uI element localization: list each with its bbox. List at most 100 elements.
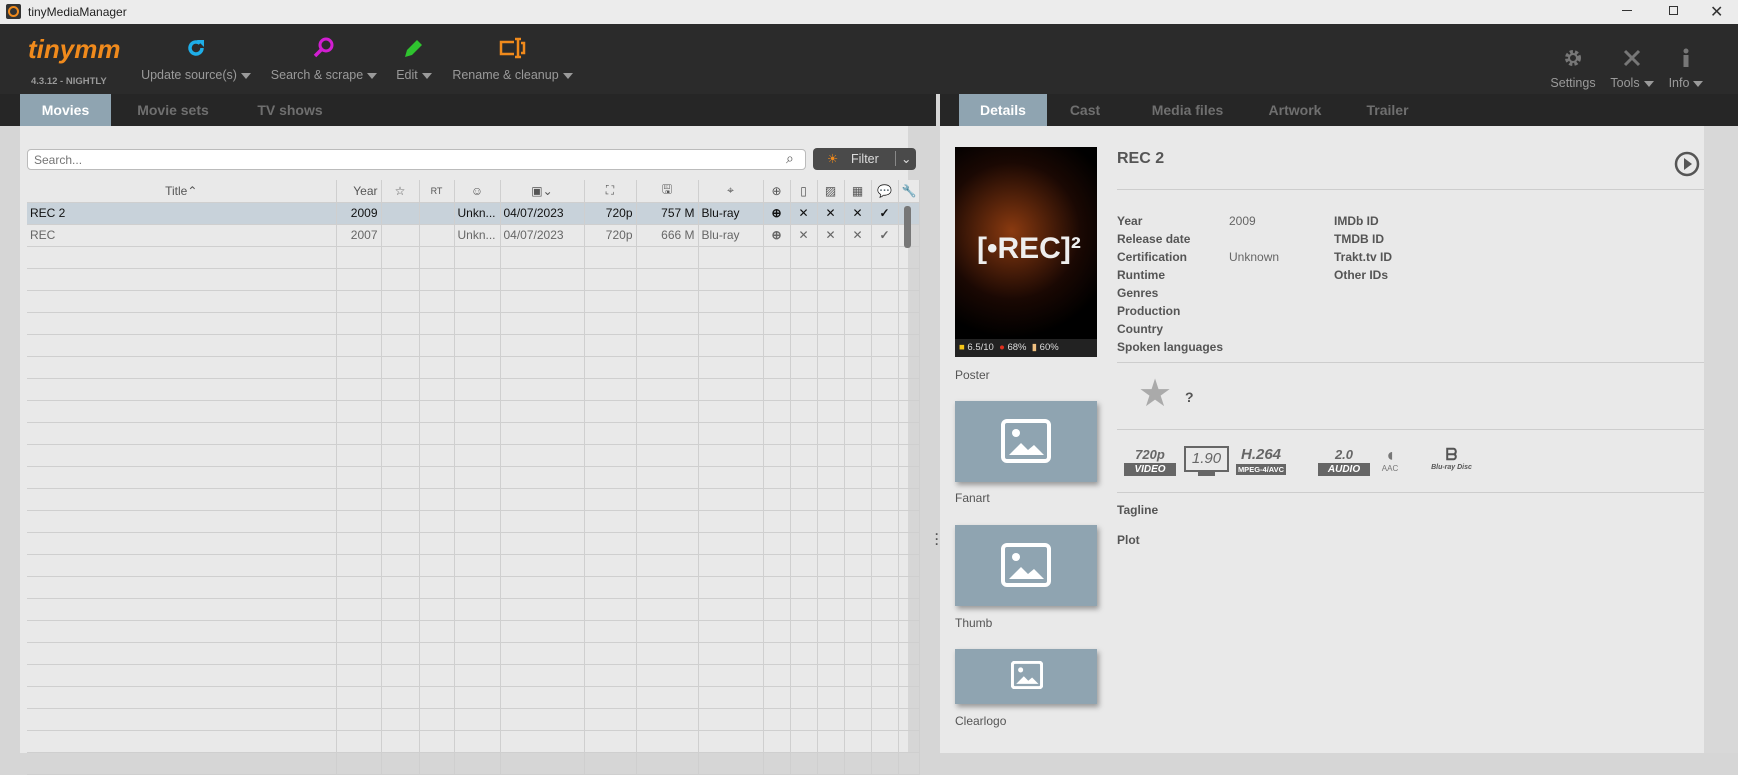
empty-cell: [817, 466, 845, 489]
empty-cell: [454, 488, 501, 511]
empty-cell: [584, 730, 637, 753]
empty-cell: [27, 466, 337, 489]
column-trailer[interactable]: ▦: [844, 180, 872, 203]
empty-row: [27, 554, 921, 577]
empty-cell: [381, 620, 420, 643]
column-size[interactable]: 🖫: [636, 180, 699, 203]
column-new[interactable]: ⊕: [763, 180, 791, 203]
empty-cell: [381, 246, 420, 269]
filter-dropdown-button[interactable]: ⌄: [895, 151, 911, 166]
image-icon: [1011, 661, 1043, 689]
empty-cell: [381, 730, 420, 753]
empty-cell: [381, 598, 420, 621]
tab-details[interactable]: Details: [959, 94, 1047, 134]
user-rating-star-icon[interactable]: ★: [1138, 374, 1172, 414]
empty-cell: [763, 510, 791, 533]
search-input[interactable]: [27, 149, 806, 170]
empty-cell: [844, 334, 872, 357]
column-source[interactable]: ⌖: [698, 180, 764, 203]
empty-cell: [790, 752, 818, 775]
filter-button[interactable]: ☀ Filter ⌄: [813, 148, 916, 170]
tab-artwork[interactable]: Artwork: [1245, 94, 1345, 126]
empty-cell: [817, 422, 845, 445]
table-scrollbar[interactable]: [904, 206, 911, 248]
empty-cell: [817, 334, 845, 357]
settings-button[interactable]: Settings: [1545, 48, 1601, 90]
poster-image[interactable]: [•REC]² ■ 6.5/10 ● 68% ▮ 60%: [955, 147, 1097, 357]
tools-button[interactable]: Tools: [1607, 48, 1657, 90]
search-scrape-button[interactable]: Search & scrape: [268, 36, 380, 82]
tab-movie-sets[interactable]: Movie sets: [118, 94, 228, 126]
rename-cleanup-button[interactable]: Rename & cleanup: [450, 36, 575, 82]
empty-cell: [871, 466, 899, 489]
empty-cell: [454, 290, 501, 313]
details-scrollbar-track[interactable]: [1704, 126, 1738, 753]
thumb-placeholder[interactable]: [955, 525, 1097, 606]
empty-cell: [763, 620, 791, 643]
empty-cell: [500, 620, 585, 643]
empty-cell: [871, 576, 899, 599]
fanart-placeholder[interactable]: [955, 401, 1097, 482]
column-certification[interactable]: ☺: [454, 180, 501, 203]
empty-cell: [763, 554, 791, 577]
image-icon: [1001, 419, 1051, 463]
empty-cell: [763, 642, 791, 665]
empty-cell: [500, 708, 585, 731]
play-icon[interactable]: [1674, 151, 1700, 177]
rt-rating: 68%: [1007, 342, 1027, 353]
column-year[interactable]: Year: [336, 180, 382, 203]
empty-cell: [636, 268, 699, 291]
empty-cell: [898, 466, 921, 489]
tab-cast[interactable]: Cast: [1060, 94, 1110, 126]
empty-cell: [381, 312, 420, 335]
tab-movies[interactable]: Movies: [20, 94, 111, 134]
tab-trailer[interactable]: Trailer: [1345, 94, 1430, 126]
empty-cell: [27, 510, 337, 533]
empty-cell: [336, 664, 382, 687]
empty-cell: [419, 400, 455, 423]
empty-cell: [871, 708, 899, 731]
empty-cell: [381, 356, 420, 379]
column-date-added[interactable]: ▣⌄: [500, 180, 585, 203]
column-artwork[interactable]: ▨: [817, 180, 845, 203]
column-resolution[interactable]: ⛶: [584, 180, 637, 203]
empty-cell: [871, 290, 899, 313]
empty-cell: [790, 510, 818, 533]
column-rating[interactable]: ☆: [381, 180, 420, 203]
label-release-date: Release date: [1117, 232, 1191, 246]
info-button[interactable]: Info: [1666, 48, 1706, 90]
splitter-handle[interactable]: · · ·: [935, 528, 939, 550]
edit-button[interactable]: Edit: [384, 36, 444, 82]
table-row[interactable]: REC 2 2009 Unkn... 04/07/2023 720p 757 M Blu-r…: [27, 202, 921, 225]
update-sources-button[interactable]: Update source(s): [140, 36, 252, 82]
splitter[interactable]: [936, 94, 940, 126]
column-nfo[interactable]: ▯: [790, 180, 818, 203]
empty-cell: [27, 488, 337, 511]
empty-cell: [698, 290, 764, 313]
channels-text: 2.0: [1334, 447, 1354, 462]
empty-row: [27, 598, 921, 621]
empty-cell: [27, 356, 337, 379]
empty-cell: [898, 642, 921, 665]
table-row[interactable]: REC 2007 Unkn... 04/07/2023 720p 666 M Blu-ray…: [27, 224, 921, 247]
column-title[interactable]: Title⌃: [27, 180, 337, 203]
cell-art: ✕: [817, 224, 845, 247]
minimize-button[interactable]: [1622, 10, 1632, 11]
column-config[interactable]: 🔧: [898, 180, 921, 203]
restore-button[interactable]: [1669, 6, 1678, 15]
thumb-label: Thumb: [955, 616, 993, 630]
column-subtitles[interactable]: 💬: [871, 180, 899, 203]
speech-icon: 💬: [877, 183, 892, 198]
empty-cell: [336, 422, 382, 445]
tab-media-files[interactable]: Media files: [1130, 94, 1245, 126]
close-button[interactable]: ✕: [1710, 2, 1723, 22]
cell-nfo: ✕: [790, 202, 818, 225]
empty-cell: [500, 554, 585, 577]
clearlogo-placeholder[interactable]: [955, 649, 1097, 704]
empty-cell: [584, 268, 637, 291]
empty-cell: [844, 576, 872, 599]
column-rt[interactable]: RT: [419, 180, 455, 203]
empty-cell: [500, 576, 585, 599]
empty-cell: [584, 708, 637, 731]
tab-tv-shows[interactable]: TV shows: [240, 94, 340, 126]
